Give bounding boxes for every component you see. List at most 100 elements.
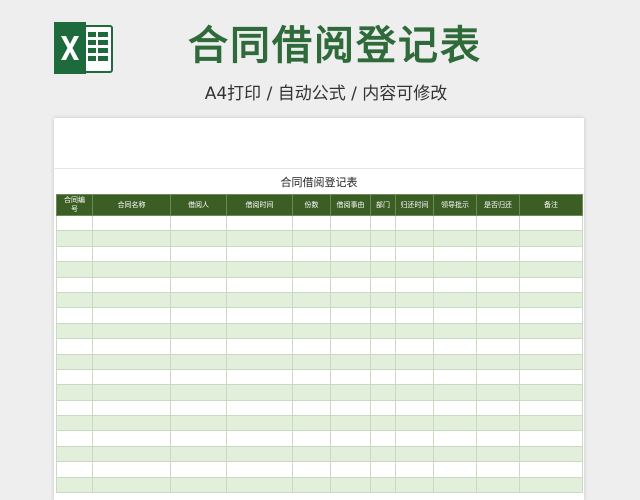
table-cell[interactable] <box>370 476 396 494</box>
table-cell[interactable] <box>330 214 371 232</box>
table-cell[interactable] <box>330 322 371 340</box>
table-cell[interactable] <box>370 461 396 478</box>
table-cell[interactable] <box>476 276 520 293</box>
table-cell[interactable] <box>226 245 293 263</box>
table-cell[interactable] <box>292 353 331 370</box>
table-cell[interactable] <box>92 399 171 417</box>
table-cell[interactable] <box>226 415 293 432</box>
table-cell[interactable] <box>433 230 477 247</box>
table-cell[interactable] <box>170 307 227 324</box>
table-cell[interactable] <box>170 291 227 309</box>
table-cell[interactable] <box>476 399 520 417</box>
table-cell[interactable] <box>170 384 227 401</box>
table-cell[interactable] <box>92 214 171 232</box>
table-cell[interactable] <box>56 261 93 278</box>
table-cell[interactable] <box>292 476 331 494</box>
table-cell[interactable] <box>433 322 477 340</box>
table-cell[interactable] <box>170 461 227 478</box>
table-cell[interactable] <box>56 461 93 478</box>
table-cell[interactable] <box>476 368 520 386</box>
table-cell[interactable] <box>476 430 520 447</box>
table-cell[interactable] <box>519 261 583 278</box>
table-cell[interactable] <box>226 384 293 401</box>
table-cell[interactable] <box>170 245 227 263</box>
table-cell[interactable] <box>476 230 520 247</box>
table-cell[interactable] <box>226 291 293 309</box>
table-cell[interactable] <box>433 384 477 401</box>
table-cell[interactable] <box>330 338 371 355</box>
table-cell[interactable] <box>370 384 396 401</box>
table-cell[interactable] <box>370 276 396 293</box>
table-cell[interactable] <box>433 307 477 324</box>
table-cell[interactable] <box>56 230 93 247</box>
table-cell[interactable] <box>226 353 293 370</box>
table-cell[interactable] <box>330 276 371 293</box>
table-cell[interactable] <box>330 430 371 447</box>
table-cell[interactable] <box>519 338 583 355</box>
table-cell[interactable] <box>395 368 434 386</box>
table-cell[interactable] <box>292 307 331 324</box>
table-cell[interactable] <box>226 230 293 247</box>
table-cell[interactable] <box>56 476 93 494</box>
table-cell[interactable] <box>395 214 434 232</box>
table-cell[interactable] <box>170 399 227 417</box>
table-cell[interactable] <box>433 399 477 417</box>
table-cell[interactable] <box>292 276 331 293</box>
table-cell[interactable] <box>433 291 477 309</box>
table-cell[interactable] <box>56 353 93 370</box>
table-cell[interactable] <box>56 338 93 355</box>
table-cell[interactable] <box>292 415 331 432</box>
table-cell[interactable] <box>476 245 520 263</box>
table-cell[interactable] <box>330 476 371 494</box>
table-cell[interactable] <box>395 276 434 293</box>
table-cell[interactable] <box>519 291 583 309</box>
table-cell[interactable] <box>433 214 477 232</box>
table-cell[interactable] <box>370 338 396 355</box>
table-cell[interactable] <box>476 338 520 355</box>
table-cell[interactable] <box>92 445 171 463</box>
table-cell[interactable] <box>433 338 477 355</box>
table-cell[interactable] <box>519 230 583 247</box>
table-cell[interactable] <box>433 430 477 447</box>
table-cell[interactable] <box>330 261 371 278</box>
table-cell[interactable] <box>92 461 171 478</box>
table-cell[interactable] <box>395 230 434 247</box>
table-cell[interactable] <box>92 368 171 386</box>
table-cell[interactable] <box>170 368 227 386</box>
table-cell[interactable] <box>292 214 331 232</box>
table-cell[interactable] <box>56 430 93 447</box>
table-cell[interactable] <box>330 461 371 478</box>
table-cell[interactable] <box>92 291 171 309</box>
table-cell[interactable] <box>330 368 371 386</box>
table-cell[interactable] <box>92 307 171 324</box>
table-cell[interactable] <box>92 338 171 355</box>
table-cell[interactable] <box>519 276 583 293</box>
table-cell[interactable] <box>433 261 477 278</box>
table-cell[interactable] <box>395 338 434 355</box>
table-cell[interactable] <box>330 399 371 417</box>
table-cell[interactable] <box>395 353 434 370</box>
table-cell[interactable] <box>370 415 396 432</box>
table-cell[interactable] <box>92 384 171 401</box>
table-cell[interactable] <box>56 291 93 309</box>
table-cell[interactable] <box>433 415 477 432</box>
table-cell[interactable] <box>519 445 583 463</box>
table-cell[interactable] <box>56 322 93 340</box>
table-cell[interactable] <box>170 276 227 293</box>
table-cell[interactable] <box>519 476 583 494</box>
table-cell[interactable] <box>433 245 477 263</box>
table-cell[interactable] <box>476 322 520 340</box>
table-cell[interactable] <box>292 430 331 447</box>
table-cell[interactable] <box>92 276 171 293</box>
table-cell[interactable] <box>395 291 434 309</box>
table-cell[interactable] <box>170 338 227 355</box>
table-cell[interactable] <box>330 230 371 247</box>
table-cell[interactable] <box>519 368 583 386</box>
table-cell[interactable] <box>330 384 371 401</box>
table-cell[interactable] <box>226 214 293 232</box>
table-cell[interactable] <box>170 476 227 494</box>
table-cell[interactable] <box>170 214 227 232</box>
table-cell[interactable] <box>370 368 396 386</box>
table-cell[interactable] <box>170 430 227 447</box>
table-cell[interactable] <box>292 445 331 463</box>
